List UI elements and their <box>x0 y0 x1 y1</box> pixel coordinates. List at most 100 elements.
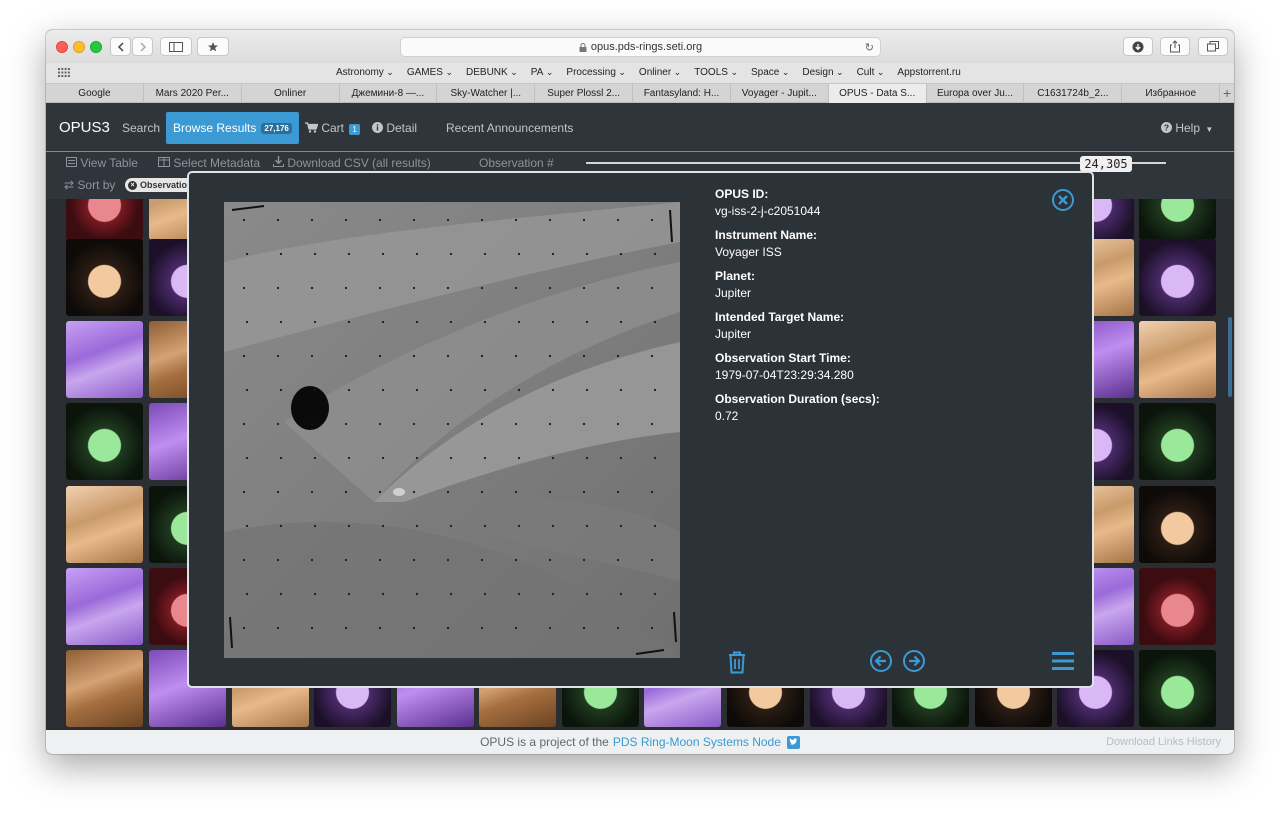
view-table-button[interactable]: View Table <box>66 156 138 170</box>
chevron-down-icon: ⌄ <box>442 67 454 77</box>
tab-overview-button[interactable] <box>1198 37 1228 56</box>
browser-tab[interactable]: Fantasyland: H... <box>633 84 731 103</box>
menu-icon[interactable] <box>1052 651 1074 671</box>
close-modal-icon[interactable] <box>1051 188 1075 212</box>
favorite-item[interactable]: TOOLS ⌄ <box>694 67 738 78</box>
result-thumbnail[interactable] <box>66 199 143 240</box>
browser-tab[interactable]: Sky-Watcher |... <box>437 84 536 103</box>
browse-count-badge: 27,176 <box>261 122 292 134</box>
grid-icon[interactable] <box>58 68 70 77</box>
twitter-icon[interactable] <box>786 735 800 749</box>
downloads-button[interactable] <box>1123 37 1153 56</box>
footer: OPUS is a project of the PDS Ring-Moon S… <box>46 730 1234 754</box>
favorite-item[interactable]: Processing ⌄ <box>566 67 626 78</box>
favorite-item[interactable]: Design ⌄ <box>802 67 843 78</box>
title-bar: opus.pds-rings.seti.org ↻ <box>46 30 1234 63</box>
detail-label: Detail <box>386 121 418 135</box>
close-window-button[interactable] <box>56 41 68 53</box>
sort-by-text: Sort by <box>77 178 116 192</box>
nav-browse-results[interactable]: Browse Results 27,176 <box>166 112 299 144</box>
download-icon <box>273 156 284 167</box>
result-thumbnail[interactable] <box>66 486 143 563</box>
favorite-item[interactable]: Appstorrent.ru <box>897 67 960 78</box>
browser-tab[interactable]: OPUS - Data S... <box>828 84 927 103</box>
result-thumbnail[interactable] <box>66 239 143 316</box>
favorite-item[interactable]: GAMES ⌄ <box>407 67 453 78</box>
sort-chip-label: Observation <box>140 180 193 190</box>
chevron-left-icon <box>117 41 124 52</box>
sidebar-icon <box>169 41 183 52</box>
share-button[interactable] <box>1160 37 1190 56</box>
browser-tab[interactable]: Onliner <box>242 84 340 103</box>
result-thumbnail[interactable] <box>1139 239 1216 316</box>
start-time-label: Observation Start Time: <box>715 351 851 365</box>
browser-tab[interactable]: Voyager - Jupit... <box>731 84 829 103</box>
cart-label: Cart <box>321 121 345 135</box>
favorite-label: DEBUNK <box>466 67 508 78</box>
nav-recent-announcements[interactable]: Recent Announcements <box>446 121 573 135</box>
result-thumbnail[interactable] <box>66 321 143 398</box>
download-csv-button[interactable]: Download CSV (all results) <box>273 156 431 170</box>
result-thumbnail[interactable] <box>1139 568 1216 645</box>
info-icon <box>372 122 383 133</box>
favorite-item[interactable]: Astronomy ⌄ <box>336 67 394 78</box>
new-tab-button[interactable]: + <box>1220 84 1234 102</box>
previous-arrow-icon[interactable] <box>869 649 893 673</box>
download-links-history[interactable]: Download Links History <box>1106 736 1221 748</box>
intended-target-value: Jupiter <box>715 327 752 341</box>
top-sites-button[interactable] <box>197 37 229 56</box>
brand-logo[interactable]: OPUS3 <box>59 119 110 136</box>
result-thumbnail[interactable] <box>66 568 143 645</box>
footer-rms-link[interactable]: PDS Ring-Moon Systems Node <box>613 735 781 749</box>
reload-icon[interactable]: ↻ <box>865 41 874 54</box>
browser-tab[interactable]: Europa over Ju... <box>927 84 1025 103</box>
remove-sort-icon[interactable]: × <box>128 180 137 190</box>
columns-icon <box>158 157 170 167</box>
result-thumbnail[interactable] <box>66 650 143 727</box>
browser-tab[interactable]: Джемини-8 —... <box>340 84 438 103</box>
browser-tab[interactable]: Mars 2020 Per... <box>144 84 242 103</box>
observation-slider-track[interactable] <box>586 162 1166 164</box>
result-thumbnail[interactable] <box>1139 486 1216 563</box>
zoom-window-button[interactable] <box>90 41 102 53</box>
chevron-down-icon: ⌄ <box>615 67 626 77</box>
select-metadata-button[interactable]: Select Metadata <box>158 156 260 170</box>
result-thumbnail[interactable] <box>1139 321 1216 398</box>
result-thumbnail[interactable] <box>1139 650 1216 727</box>
trash-icon[interactable] <box>727 650 747 674</box>
browser-tab[interactable]: Super Plossl 2... <box>535 84 634 103</box>
result-thumbnail[interactable] <box>1139 403 1216 480</box>
nav-cart[interactable]: Cart 1 <box>305 121 360 135</box>
result-thumbnail[interactable] <box>66 403 143 480</box>
browser-tab[interactable]: Избранное <box>1122 84 1221 103</box>
browser-tab[interactable]: Google <box>46 84 144 103</box>
next-arrow-icon[interactable] <box>902 649 926 673</box>
share-icon <box>1170 40 1180 53</box>
tabs-icon <box>1207 41 1219 52</box>
nav-detail[interactable]: Detail <box>372 121 417 135</box>
observation-metadata: OPUS ID: vg-iss-2-j-c2051044 Instrument … <box>715 187 880 423</box>
opus-id-label: OPUS ID: <box>715 187 769 201</box>
favorite-item[interactable]: Onliner ⌄ <box>639 67 681 78</box>
address-bar[interactable]: opus.pds-rings.seti.org ↻ <box>400 37 881 57</box>
nav-help[interactable]: ? Help ▼ <box>1161 121 1213 135</box>
forward-button[interactable] <box>132 37 153 56</box>
favorites-bar: Astronomy ⌄ GAMES ⌄ DEBUNK ⌄ PA ⌄ Processing… <box>46 63 1234 83</box>
sidebar-toggle-button[interactable] <box>160 37 192 56</box>
favorite-label: Space <box>750 67 780 78</box>
gallery-scrollbar[interactable] <box>1228 317 1232 397</box>
result-thumbnail[interactable] <box>1139 199 1216 240</box>
favorite-item[interactable]: Cult ⌄ <box>857 67 885 78</box>
favorite-item[interactable]: DEBUNK ⌄ <box>466 67 518 78</box>
observation-slider-value[interactable]: 24,305 <box>1080 156 1132 172</box>
lock-icon <box>579 42 587 52</box>
cart-count-badge: 1 <box>349 124 360 135</box>
favorite-label: Design <box>802 67 834 78</box>
favorite-item[interactable]: PA ⌄ <box>531 67 554 78</box>
favorite-item[interactable]: Space ⌄ <box>751 67 789 78</box>
minimize-window-button[interactable] <box>73 41 85 53</box>
back-button[interactable] <box>110 37 131 56</box>
browser-tab[interactable]: C1631724b_2... <box>1024 84 1123 103</box>
url-text: opus.pds-rings.seti.org <box>590 41 703 53</box>
nav-search[interactable]: Search <box>122 121 160 135</box>
